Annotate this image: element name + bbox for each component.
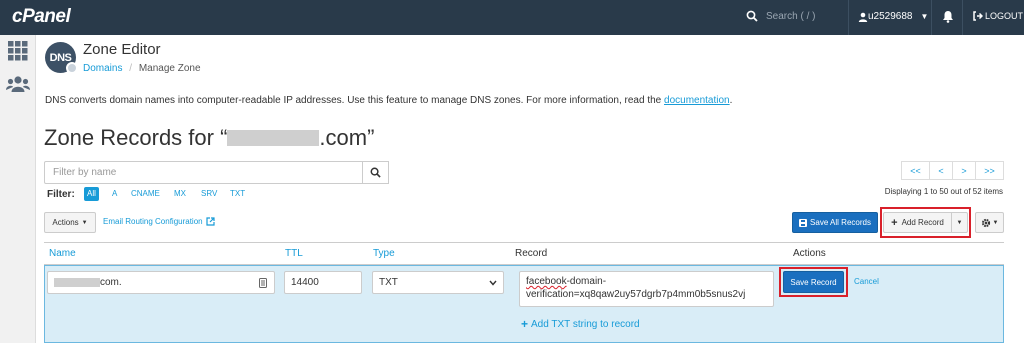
records-table-header: Name TTL Type Record Actions (44, 242, 1004, 265)
logout-button[interactable]: LOGOUT (973, 11, 1023, 21)
logout-label: LOGOUT (985, 11, 1024, 21)
divider (962, 0, 963, 35)
filter-search-button[interactable] (362, 161, 389, 184)
redacted-domain (227, 130, 320, 146)
cpanel-logo[interactable]: cPanel (12, 6, 71, 28)
record-textarea[interactable]: facebook-domain- verification=xq8qaw2uy5… (519, 271, 774, 307)
zone-records-heading: Zone Records for “ .com” (44, 125, 374, 151)
search-box[interactable]: Search ( / ) (746, 10, 815, 22)
first-page-button[interactable]: << (901, 161, 930, 180)
type-value: TXT (379, 277, 398, 288)
intro-text: DNS converts domain names into computer-… (45, 95, 732, 106)
redacted-name (54, 277, 100, 287)
intro-body: DNS converts domain names into computer-… (45, 95, 665, 106)
dns-badge-text: DNS (49, 51, 72, 64)
intro-end: . (729, 95, 733, 106)
col-record: Record (515, 248, 548, 259)
filter-chip-a[interactable]: A (109, 187, 120, 201)
record-word-flagged: facebook (526, 276, 567, 287)
apps-grid-icon[interactable] (8, 41, 28, 61)
col-ttl[interactable]: TTL (285, 248, 303, 259)
highlight-save-record (779, 267, 848, 297)
breadcrumb-domains-link[interactable]: Domains (83, 63, 122, 74)
next-page-button[interactable]: > (952, 161, 976, 180)
filter-input[interactable]: Filter by name (44, 161, 363, 184)
users-icon[interactable] (6, 75, 30, 93)
page-title: Zone Editor (83, 41, 161, 58)
add-txt-string-link[interactable]: + Add TXT string to record (521, 317, 640, 331)
filter-chip-all[interactable]: All (84, 187, 99, 201)
user-icon (858, 12, 868, 22)
filter-chip-mx[interactable]: MX (171, 187, 189, 201)
record-line1-rest: -domain- (566, 276, 607, 287)
caret-down-icon: ▼ (992, 219, 999, 226)
breadcrumb-current: Manage Zone (138, 63, 201, 74)
save-all-records-button[interactable]: Save All Records (792, 212, 878, 233)
type-select[interactable]: TXT (372, 271, 504, 294)
actions-dropdown[interactable]: Actions ▼ (44, 212, 96, 233)
plus-icon: + (521, 317, 529, 331)
settings-dropdown[interactable]: ▼ (975, 212, 1004, 233)
col-name[interactable]: Name (49, 248, 76, 259)
record-line2: verification=xq8qaw2uy57dgrb7p4mm0b5snus… (526, 289, 746, 300)
last-page-button[interactable]: >> (975, 161, 1004, 180)
caret-down-icon: ▼ (81, 219, 88, 226)
notifications-button[interactable] (942, 10, 954, 28)
dns-app-icon: DNS (45, 42, 78, 74)
filter-chip-txt[interactable]: TXT (227, 187, 248, 201)
records-title-prefix: Zone Records for “ (44, 125, 228, 150)
email-routing-link[interactable]: Email Routing Configuration (103, 217, 215, 226)
gear-icon (66, 62, 78, 74)
email-routing-label: Email Routing Configuration (103, 217, 203, 226)
search-icon (746, 10, 758, 22)
name-field[interactable]: com. (47, 271, 275, 294)
search-icon (370, 167, 381, 178)
records-title-suffix: .com” (319, 125, 375, 150)
top-navbar: cPanel Search ( / ) u2529688 ▼ LOGOUT (0, 0, 1024, 35)
user-menu[interactable]: u2529688 ▼ (858, 11, 928, 22)
external-link-icon (206, 217, 215, 226)
actions-label: Actions (52, 218, 79, 227)
breadcrumb-separator: / (129, 63, 133, 74)
chevron-down-icon (489, 280, 497, 286)
col-type[interactable]: Type (373, 248, 395, 259)
contact-card-icon (259, 278, 267, 288)
documentation-link[interactable]: documentation (664, 95, 730, 106)
logout-icon (973, 11, 983, 21)
ttl-field[interactable]: 14400 (284, 271, 362, 294)
filter-label: Filter: (47, 189, 75, 200)
divider (931, 0, 932, 35)
add-txt-label: Add TXT string to record (531, 318, 640, 330)
bell-icon (943, 11, 953, 23)
side-rail (0, 35, 36, 343)
search-placeholder: Search ( / ) (766, 10, 816, 22)
gear-icon (981, 218, 990, 227)
prev-page-button[interactable]: < (929, 161, 953, 180)
save-icon (799, 218, 808, 227)
filter-chip-srv[interactable]: SRV (198, 187, 220, 201)
username: u2529688 (868, 11, 913, 22)
highlight-add-record (880, 207, 971, 238)
cancel-link[interactable]: Cancel (854, 277, 879, 286)
name-suffix: com. (100, 277, 122, 288)
col-actions: Actions (793, 248, 826, 259)
save-all-label: Save All Records (810, 218, 871, 227)
displaying-count: Displaying 1 to 50 out of 52 items (884, 187, 1003, 196)
breadcrumb: Domains / Manage Zone (83, 63, 201, 74)
filter-chip-cname[interactable]: CNAME (128, 187, 163, 201)
divider (848, 0, 849, 35)
chevron-down-icon: ▼ (920, 12, 929, 21)
